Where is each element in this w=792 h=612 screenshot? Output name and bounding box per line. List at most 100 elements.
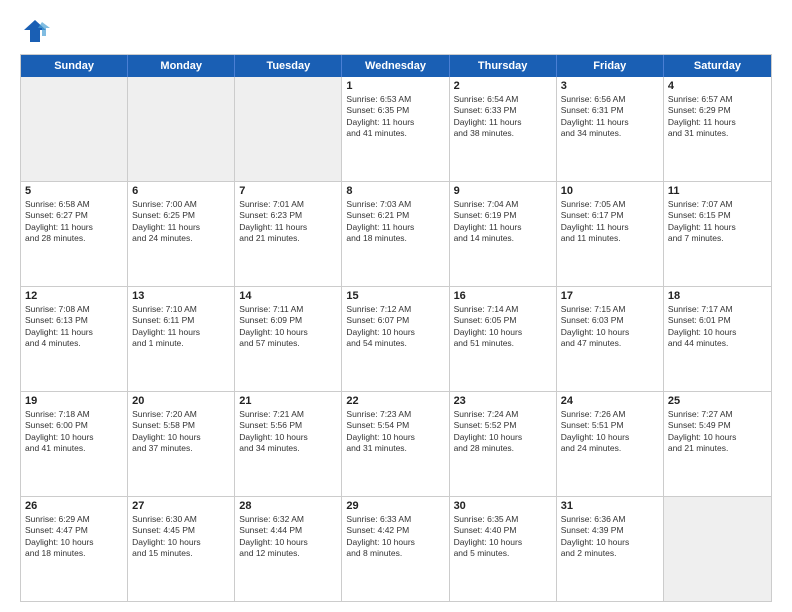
cell-info: Sunrise: 7:07 AM Sunset: 6:15 PM Dayligh…: [668, 199, 767, 245]
day-number: 2: [454, 80, 552, 92]
cell-info: Sunrise: 7:04 AM Sunset: 6:19 PM Dayligh…: [454, 199, 552, 245]
cell-info: Sunrise: 7:26 AM Sunset: 5:51 PM Dayligh…: [561, 409, 659, 455]
cell-info: Sunrise: 6:29 AM Sunset: 4:47 PM Dayligh…: [25, 514, 123, 560]
day-number: 13: [132, 290, 230, 302]
day-number: 3: [561, 80, 659, 92]
header-day-friday: Friday: [557, 55, 664, 77]
header-day-sunday: Sunday: [21, 55, 128, 77]
cal-cell: [235, 77, 342, 181]
day-number: 30: [454, 500, 552, 512]
header-day-saturday: Saturday: [664, 55, 771, 77]
cal-cell: 20 Sunrise: 7:20 AM Sunset: 5:58 PM Dayli…: [128, 392, 235, 496]
cal-cell: 23Sunrise: 7:24 AM Sunset: 5:52 PM Dayli…: [450, 392, 557, 496]
day-number: 9: [454, 185, 552, 197]
day-number: 25: [668, 395, 767, 407]
cal-cell: 22Sunrise: 7:23 AM Sunset: 5:54 PM Dayli…: [342, 392, 449, 496]
cal-cell: 15Sunrise: 7:12 AM Sunset: 6:07 PM Dayli…: [342, 287, 449, 391]
cell-info: Sunrise: 7:05 AM Sunset: 6:17 PM Dayligh…: [561, 199, 659, 245]
header-day-wednesday: Wednesday: [342, 55, 449, 77]
cell-info: Sunrise: 6:33 AM Sunset: 4:42 PM Dayligh…: [346, 514, 444, 560]
cal-cell: 24 Sunrise: 7:26 AM Sunset: 5:51 PM Dayli…: [557, 392, 664, 496]
cell-info: Sunrise: 7:21 AM Sunset: 5:56 PM Dayligh…: [239, 409, 337, 455]
day-number: 11: [668, 185, 767, 197]
page: SundayMondayTuesdayWednesdayThursdayFrid…: [0, 0, 792, 612]
header-day-thursday: Thursday: [450, 55, 557, 77]
cell-info: Sunrise: 7:17 AM Sunset: 6:01 PM Dayligh…: [668, 304, 767, 350]
cell-info: Sunrise: 7:27 AM Sunset: 5:49 PM Dayligh…: [668, 409, 767, 455]
cell-info: Sunrise: 7:15 AM Sunset: 6:03 PM Dayligh…: [561, 304, 659, 350]
day-number: 26: [25, 500, 123, 512]
cal-cell: [664, 497, 771, 601]
cell-info: Sunrise: 6:53 AM Sunset: 6:35 PM Dayligh…: [346, 94, 444, 140]
cal-cell: 8Sunrise: 7:03 AM Sunset: 6:21 PM Daylig…: [342, 182, 449, 286]
cell-info: Sunrise: 7:11 AM Sunset: 6:09 PM Dayligh…: [239, 304, 337, 350]
day-number: 7: [239, 185, 337, 197]
header-day-tuesday: Tuesday: [235, 55, 342, 77]
day-number: 27: [132, 500, 230, 512]
day-number: 24: [561, 395, 659, 407]
cal-cell: 3 Sunrise: 6:56 AM Sunset: 6:31 PM Daylig…: [557, 77, 664, 181]
cell-info: Sunrise: 7:12 AM Sunset: 6:07 PM Dayligh…: [346, 304, 444, 350]
cal-cell: [21, 77, 128, 181]
calendar: SundayMondayTuesdayWednesdayThursdayFrid…: [20, 54, 772, 602]
cal-cell: 2 Sunrise: 6:54 AM Sunset: 6:33 PM Daylig…: [450, 77, 557, 181]
day-number: 6: [132, 185, 230, 197]
day-number: 20: [132, 395, 230, 407]
cell-info: Sunrise: 7:20 AM Sunset: 5:58 PM Dayligh…: [132, 409, 230, 455]
cal-cell: 28Sunrise: 6:32 AM Sunset: 4:44 PM Dayli…: [235, 497, 342, 601]
calendar-body: 1 Sunrise: 6:53 AM Sunset: 6:35 PM Daylig…: [21, 77, 771, 601]
cell-info: Sunrise: 7:24 AM Sunset: 5:52 PM Dayligh…: [454, 409, 552, 455]
cal-cell: 26 Sunrise: 6:29 AM Sunset: 4:47 PM Dayli…: [21, 497, 128, 601]
cal-cell: 10 Sunrise: 7:05 AM Sunset: 6:17 PM Dayli…: [557, 182, 664, 286]
day-number: 22: [346, 395, 444, 407]
day-number: 17: [561, 290, 659, 302]
cal-cell: 14 Sunrise: 7:11 AM Sunset: 6:09 PM Dayli…: [235, 287, 342, 391]
day-number: 10: [561, 185, 659, 197]
day-number: 12: [25, 290, 123, 302]
day-number: 14: [239, 290, 337, 302]
cal-cell: 27 Sunrise: 6:30 AM Sunset: 4:45 PM Dayli…: [128, 497, 235, 601]
cal-cell: 13 Sunrise: 7:10 AM Sunset: 6:11 PM Dayli…: [128, 287, 235, 391]
cal-cell: 19 Sunrise: 7:18 AM Sunset: 6:00 PM Dayli…: [21, 392, 128, 496]
logo-icon: [20, 16, 50, 46]
cell-info: Sunrise: 6:56 AM Sunset: 6:31 PM Dayligh…: [561, 94, 659, 140]
cal-cell: [128, 77, 235, 181]
cell-info: Sunrise: 6:57 AM Sunset: 6:29 PM Dayligh…: [668, 94, 767, 140]
cal-cell: 11 Sunrise: 7:07 AM Sunset: 6:15 PM Dayli…: [664, 182, 771, 286]
day-number: 5: [25, 185, 123, 197]
cal-cell: 4 Sunrise: 6:57 AM Sunset: 6:29 PM Daylig…: [664, 77, 771, 181]
cal-cell: 6 Sunrise: 7:00 AM Sunset: 6:25 PM Daylig…: [128, 182, 235, 286]
cell-info: Sunrise: 7:00 AM Sunset: 6:25 PM Dayligh…: [132, 199, 230, 245]
cal-cell: 31 Sunrise: 6:36 AM Sunset: 4:39 PM Dayli…: [557, 497, 664, 601]
cal-cell: 17 Sunrise: 7:15 AM Sunset: 6:03 PM Dayli…: [557, 287, 664, 391]
day-number: 4: [668, 80, 767, 92]
cal-cell: 16 Sunrise: 7:14 AM Sunset: 6:05 PM Dayli…: [450, 287, 557, 391]
week-row-2: 5Sunrise: 6:58 AM Sunset: 6:27 PM Daylig…: [21, 181, 771, 286]
cell-info: Sunrise: 7:14 AM Sunset: 6:05 PM Dayligh…: [454, 304, 552, 350]
day-number: 16: [454, 290, 552, 302]
cell-info: Sunrise: 7:18 AM Sunset: 6:00 PM Dayligh…: [25, 409, 123, 455]
day-number: 29: [346, 500, 444, 512]
cell-info: Sunrise: 6:30 AM Sunset: 4:45 PM Dayligh…: [132, 514, 230, 560]
week-row-4: 19 Sunrise: 7:18 AM Sunset: 6:00 PM Dayli…: [21, 391, 771, 496]
week-row-3: 12 Sunrise: 7:08 AM Sunset: 6:13 PM Dayli…: [21, 286, 771, 391]
header-day-monday: Monday: [128, 55, 235, 77]
cal-cell: 29 Sunrise: 6:33 AM Sunset: 4:42 PM Dayli…: [342, 497, 449, 601]
cell-info: Sunrise: 6:35 AM Sunset: 4:40 PM Dayligh…: [454, 514, 552, 560]
cal-cell: 12 Sunrise: 7:08 AM Sunset: 6:13 PM Dayli…: [21, 287, 128, 391]
day-number: 19: [25, 395, 123, 407]
cell-info: Sunrise: 7:08 AM Sunset: 6:13 PM Dayligh…: [25, 304, 123, 350]
week-row-5: 26 Sunrise: 6:29 AM Sunset: 4:47 PM Dayli…: [21, 496, 771, 601]
day-number: 8: [346, 185, 444, 197]
day-number: 1: [346, 80, 444, 92]
cell-info: Sunrise: 7:10 AM Sunset: 6:11 PM Dayligh…: [132, 304, 230, 350]
cell-info: Sunrise: 6:36 AM Sunset: 4:39 PM Dayligh…: [561, 514, 659, 560]
day-number: 31: [561, 500, 659, 512]
cal-cell: 5Sunrise: 6:58 AM Sunset: 6:27 PM Daylig…: [21, 182, 128, 286]
cell-info: Sunrise: 6:54 AM Sunset: 6:33 PM Dayligh…: [454, 94, 552, 140]
week-row-1: 1 Sunrise: 6:53 AM Sunset: 6:35 PM Daylig…: [21, 77, 771, 181]
cal-cell: 25 Sunrise: 7:27 AM Sunset: 5:49 PM Dayli…: [664, 392, 771, 496]
cell-info: Sunrise: 7:01 AM Sunset: 6:23 PM Dayligh…: [239, 199, 337, 245]
cal-cell: 18Sunrise: 7:17 AM Sunset: 6:01 PM Dayli…: [664, 287, 771, 391]
cal-cell: 21Sunrise: 7:21 AM Sunset: 5:56 PM Dayli…: [235, 392, 342, 496]
